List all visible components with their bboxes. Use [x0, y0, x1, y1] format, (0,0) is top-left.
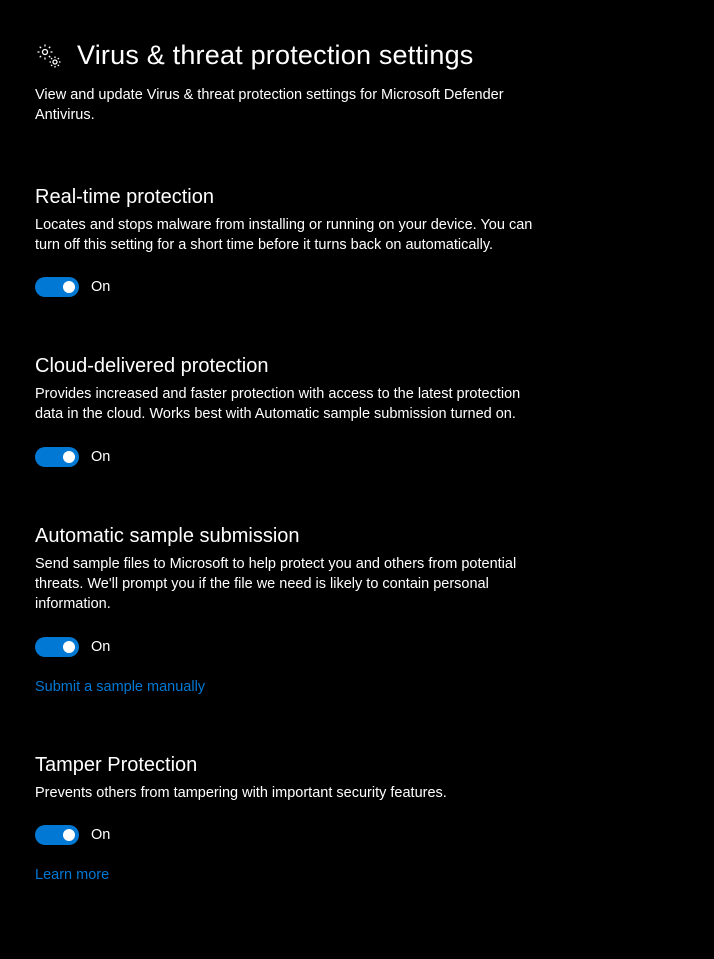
section-description: Send sample files to Microsoft to help p…	[35, 554, 533, 615]
gears-icon	[35, 42, 63, 70]
toggle-state-label: On	[91, 827, 110, 843]
toggle-knob	[63, 829, 75, 841]
page-subtitle: View and update Virus & threat protectio…	[35, 85, 515, 126]
sample-submission-toggle[interactable]	[35, 637, 79, 657]
toggle-state-label: On	[91, 449, 110, 465]
section-title: Tamper Protection	[35, 754, 679, 777]
learn-more-link[interactable]: Learn more	[35, 867, 109, 883]
toggle-state-label: On	[91, 279, 110, 295]
section-realtime-protection: Real-time protection Locates and stops m…	[35, 186, 679, 298]
section-title: Real-time protection	[35, 186, 679, 209]
section-description: Provides increased and faster protection…	[35, 384, 533, 425]
section-title: Cloud-delivered protection	[35, 355, 679, 378]
cloud-protection-toggle[interactable]	[35, 447, 79, 467]
page-header: Virus & threat protection settings	[35, 40, 679, 71]
toggle-knob	[63, 281, 75, 293]
section-description: Locates and stops malware from installin…	[35, 215, 533, 256]
toggle-knob	[63, 641, 75, 653]
section-title: Automatic sample submission	[35, 525, 679, 548]
section-description: Prevents others from tampering with impo…	[35, 783, 533, 803]
toggle-state-label: On	[91, 639, 110, 655]
toggle-row: On	[35, 447, 679, 467]
section-tamper-protection: Tamper Protection Prevents others from t…	[35, 754, 679, 884]
tamper-protection-toggle[interactable]	[35, 825, 79, 845]
toggle-knob	[63, 451, 75, 463]
toggle-row: On	[35, 637, 679, 657]
section-cloud-delivered-protection: Cloud-delivered protection Provides incr…	[35, 355, 679, 467]
section-automatic-sample-submission: Automatic sample submission Send sample …	[35, 525, 679, 696]
toggle-row: On	[35, 825, 679, 845]
realtime-protection-toggle[interactable]	[35, 277, 79, 297]
submit-sample-link[interactable]: Submit a sample manually	[35, 679, 205, 695]
toggle-row: On	[35, 277, 679, 297]
page-title: Virus & threat protection settings	[77, 40, 474, 71]
